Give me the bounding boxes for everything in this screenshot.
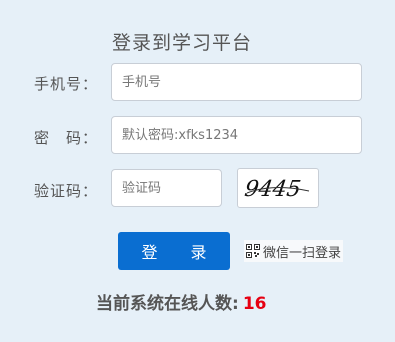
online-count-text: 当前系统在线人数: 16: [96, 289, 266, 314]
captcha-image[interactable]: 9445: [237, 168, 319, 208]
login-button[interactable]: 登 录: [118, 232, 230, 270]
captcha-glyphs: 9445: [243, 176, 310, 202]
password-label: 密 码：: [34, 129, 99, 147]
verify-code-label: 验证码：: [34, 182, 99, 200]
qrcode-icon: [246, 244, 260, 258]
wechat-login-label: 微信一扫登录: [263, 245, 342, 261]
captcha-text: 9445: [243, 176, 303, 202]
online-count-value: 16: [242, 294, 267, 314]
page-title: 登录到学习平台: [112, 32, 253, 54]
phone-label: 手机号：: [34, 75, 99, 93]
phone-input[interactable]: [111, 63, 362, 101]
wechat-login-link[interactable]: 微信一扫登录: [244, 240, 344, 262]
password-input[interactable]: [111, 116, 362, 154]
online-count-label: 当前系统在线人数:: [96, 294, 239, 314]
verify-code-input[interactable]: [111, 169, 222, 207]
